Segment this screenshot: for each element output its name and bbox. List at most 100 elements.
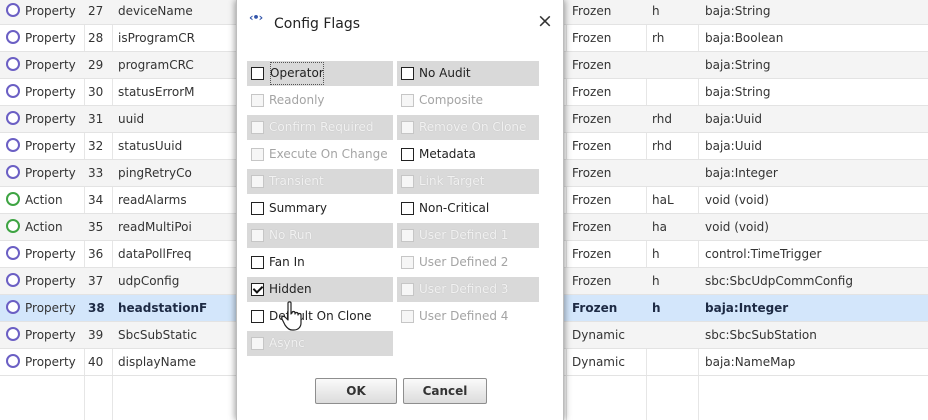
flag-checkbox[interactable] — [251, 67, 264, 80]
flag-label: Async — [269, 336, 305, 350]
slot-type: void (void) — [705, 220, 769, 234]
flag-no-audit[interactable]: No Audit — [397, 61, 539, 86]
property-icon — [6, 354, 20, 368]
slot-name: headstationF — [118, 301, 208, 315]
slot-index: 32 — [88, 139, 104, 153]
flag-metadata[interactable]: Metadata — [397, 142, 539, 167]
slot-flags: rh — [652, 31, 665, 45]
slot-state: Frozen — [572, 274, 612, 288]
slot-flags: h — [652, 301, 661, 315]
slot-type: void (void) — [705, 193, 769, 207]
flag-readonly: Readonly — [247, 88, 393, 113]
flag-fan-in[interactable]: Fan In — [247, 250, 393, 275]
slot-kind-label: Property — [25, 85, 76, 99]
flag-checkbox[interactable] — [401, 67, 414, 80]
slot-name: SbcSubStatic — [118, 328, 197, 342]
flag-checkbox — [251, 94, 264, 107]
slot-kind-cell: Property — [0, 0, 100, 24]
flag-checkbox — [401, 283, 414, 296]
slot-flags — [652, 160, 692, 186]
slot-state: Frozen — [572, 112, 612, 126]
flag-label: No Audit — [419, 66, 471, 80]
flag-user-defined-3: User Defined 3 — [397, 277, 539, 302]
flag-checkbox — [251, 121, 264, 134]
flag-hidden[interactable]: Hidden — [247, 277, 393, 302]
slot-type: control:TimeTrigger — [705, 247, 822, 261]
slot-type: sbc:SbcUdpCommConfig — [705, 274, 853, 288]
flag-label: Composite — [419, 93, 484, 107]
slot-kind-cell: Property — [0, 52, 100, 78]
slot-name: uuid — [118, 112, 145, 126]
property-icon — [6, 273, 20, 287]
dialog-titlebar[interactable]: ‹•› Config Flags × — [237, 0, 563, 48]
flag-checkbox[interactable] — [251, 283, 264, 296]
flag-checkbox[interactable] — [401, 202, 414, 215]
flag-checkbox[interactable] — [401, 148, 414, 161]
flag-checkbox[interactable] — [251, 310, 264, 323]
flag-checkbox — [401, 121, 414, 134]
slot-state: Dynamic — [572, 355, 625, 369]
slot-state: Frozen — [572, 4, 612, 18]
slot-kind-cell: Property — [0, 160, 100, 186]
property-icon — [6, 30, 20, 44]
slot-flags: ha — [652, 220, 667, 234]
slot-kind-cell: Property — [0, 268, 100, 294]
slot-state: Frozen — [572, 220, 612, 234]
flag-non-critical[interactable]: Non-Critical — [397, 196, 539, 221]
flag-user-defined-1: User Defined 1 — [397, 223, 539, 248]
flag-label: Operator — [269, 61, 325, 86]
flag-transient: Transient — [247, 169, 393, 194]
slot-state: Frozen — [572, 139, 612, 153]
slot-kind-label: Action — [25, 193, 63, 207]
slot-kind-cell: Property — [0, 349, 100, 375]
close-icon[interactable]: × — [534, 10, 556, 32]
cancel-button[interactable]: Cancel — [403, 378, 487, 404]
config-flags-dialog: ‹•› Config Flags × Operator Readonly Confi… — [236, 0, 564, 420]
flag-label: User Defined 4 — [419, 309, 509, 323]
slot-type: baja:Integer — [705, 166, 778, 180]
slot-state: Frozen — [572, 58, 612, 72]
flag-async: Async — [247, 331, 393, 356]
property-icon — [6, 246, 20, 260]
flag-checkbox — [401, 175, 414, 188]
slot-kind-label: Property — [25, 139, 76, 153]
slot-name: readAlarms — [118, 193, 187, 207]
action-icon — [6, 219, 20, 233]
flag-checkbox — [401, 94, 414, 107]
slot-flags: haL — [652, 193, 674, 207]
slot-name: isProgramCR — [118, 31, 195, 45]
slot-kind-cell: Property — [0, 295, 100, 321]
slot-name: udpConfig — [118, 274, 180, 288]
slot-index: 33 — [88, 166, 104, 180]
slot-type: baja:NameMap — [705, 355, 796, 369]
flag-checkbox[interactable] — [251, 256, 264, 269]
ok-button[interactable]: OK — [315, 378, 397, 404]
flag-checkbox — [251, 337, 264, 350]
flag-label: Metadata — [419, 147, 476, 161]
flag-checkbox[interactable] — [251, 202, 264, 215]
slot-name: readMultiPoi — [118, 220, 192, 234]
flag-no-run: No Run — [247, 223, 393, 248]
slot-kind-label: Action — [25, 220, 63, 234]
slot-kind-label: Property — [25, 355, 76, 369]
slot-kind-cell: Action — [0, 214, 100, 240]
action-icon — [6, 192, 20, 206]
flag-checkbox — [251, 148, 264, 161]
slot-index: 40 — [88, 355, 104, 369]
slot-index: 38 — [88, 301, 105, 315]
flag-operator[interactable]: Operator — [247, 61, 393, 86]
slot-type: baja:String — [705, 4, 771, 18]
slot-kind-label: Property — [25, 328, 76, 342]
slot-kind-label: Property — [25, 4, 76, 18]
slot-name: dataPollFreq — [118, 247, 192, 261]
slot-kind-cell: Property — [0, 25, 100, 51]
flag-composite: Composite — [397, 88, 539, 113]
flag-label: User Defined 2 — [419, 255, 509, 269]
flag-summary[interactable]: Summary — [247, 196, 393, 221]
flag-label: Remove On Clone — [419, 120, 527, 134]
slot-flags: rhd — [652, 139, 672, 153]
slot-kind-label: Property — [25, 166, 76, 180]
slot-flags: h — [652, 4, 660, 18]
flag-default-on-clone[interactable]: Default On Clone — [247, 304, 393, 329]
slot-flags — [652, 322, 692, 348]
